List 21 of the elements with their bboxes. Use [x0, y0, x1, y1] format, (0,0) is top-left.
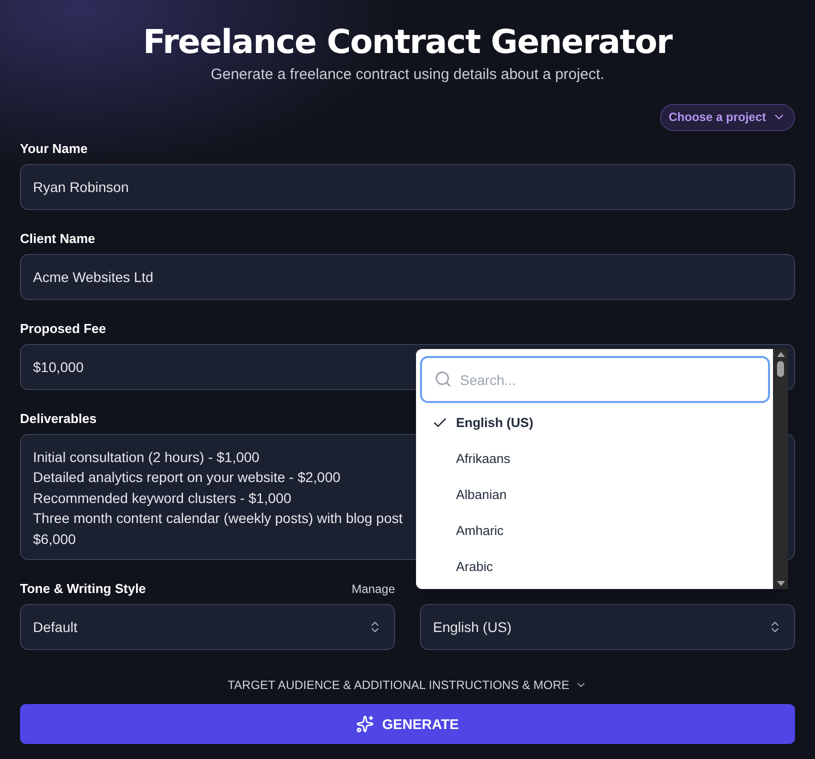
search-field[interactable]: Search...	[420, 356, 770, 403]
manage-link[interactable]: Manage	[352, 580, 395, 598]
more-options-toggle[interactable]: TARGET AUDIENCE & ADDITIONAL INSTRUCTIONS & MORE	[228, 676, 588, 694]
field-label: Client Name	[20, 230, 96, 248]
search-icon	[434, 370, 452, 388]
field-label: Your Name	[20, 140, 88, 158]
sparkles-icon	[356, 714, 374, 732]
language-option[interactable]: Afrikaans	[420, 441, 770, 477]
tone-select[interactable]: Default	[20, 604, 395, 650]
field-label: Deliverables	[20, 410, 97, 428]
generate-button[interactable]: GENERATE	[20, 704, 795, 744]
language-select[interactable]: English (US)	[420, 604, 795, 650]
language-option[interactable]: Amharic	[420, 513, 770, 549]
language-option[interactable]: Albanian	[420, 477, 770, 513]
text-field[interactable]: Ryan Robinson	[20, 164, 795, 210]
field-label: Proposed Fee	[20, 320, 106, 338]
field-label: Tone & Writing Style	[20, 580, 146, 598]
page-subtitle: Generate a freelance contract using details about a project.	[210, 65, 604, 85]
page-title: Freelance Contract Generator	[142, 22, 672, 62]
choose-project-button[interactable]: Choose a project	[660, 104, 795, 130]
text-field[interactable]: Acme Websites Ltd	[20, 254, 795, 300]
